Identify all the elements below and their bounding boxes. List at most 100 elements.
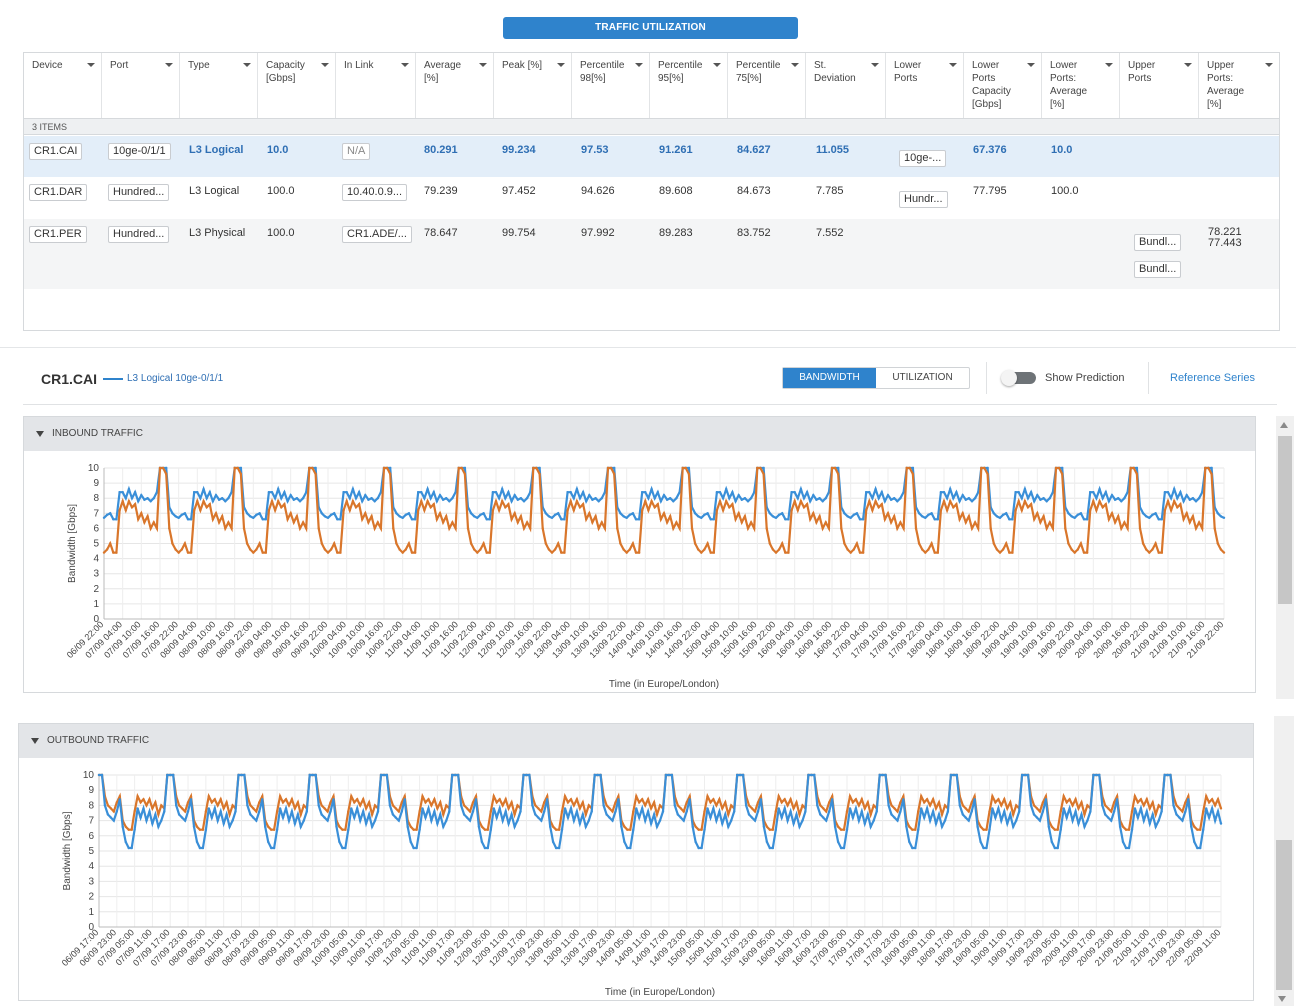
column-header[interactable]: Average [%]	[416, 53, 494, 118]
upper-ports-chip[interactable]: Bundl...	[1134, 261, 1182, 278]
data-point	[1166, 491, 1170, 494]
column-header[interactable]: Upper Ports	[1120, 53, 1199, 118]
device-chip[interactable]: CR1.CAI	[29, 143, 83, 160]
column-header[interactable]: St. Deviation	[806, 53, 886, 118]
tab-bandwidth[interactable]: BANDWIDTH	[783, 368, 876, 388]
chevron-down-icon[interactable]	[401, 63, 409, 67]
column-header[interactable]: Peak [%]	[494, 53, 572, 118]
data-point	[217, 521, 221, 524]
data-point	[1148, 551, 1151, 554]
device-chip[interactable]: CR1.PER	[29, 226, 87, 243]
upper-ports-chip[interactable]: Bundl...	[1134, 234, 1182, 251]
column-header-label: Ports:	[1050, 73, 1077, 84]
chevron-down-icon[interactable]	[165, 63, 173, 67]
chevron-down-icon[interactable]	[871, 63, 879, 67]
data-point	[1048, 497, 1052, 500]
data-point	[127, 828, 130, 831]
traffic-utilization-button[interactable]: TRAFFIC UTILIZATION	[503, 17, 798, 39]
column-header[interactable]: Port	[102, 53, 180, 118]
port-chip[interactable]: 10ge-0/1/1	[108, 143, 171, 160]
data-point	[1071, 804, 1074, 807]
column-header[interactable]: Device	[24, 53, 102, 118]
data-point	[233, 466, 236, 470]
chevron-down-icon[interactable]	[243, 63, 251, 67]
column-header[interactable]: Upper Ports: Average [%]	[1199, 53, 1279, 118]
chevron-down-icon[interactable]	[1265, 63, 1273, 67]
in-link-chip[interactable]: CR1.ADE/...	[342, 226, 412, 243]
table-row[interactable]: CR1.DAR Hundred... L3 Logical 100.0 10.40.0.…	[24, 177, 1279, 219]
data-point	[97, 773, 101, 777]
data-point	[495, 816, 498, 819]
data-point	[202, 487, 205, 491]
column-header[interactable]: Lower Ports	[886, 53, 964, 118]
data-point	[737, 512, 740, 515]
scrollbar-thumb[interactable]	[1278, 436, 1292, 604]
data-point	[1085, 518, 1089, 521]
port-chip[interactable]: Hundred...	[108, 184, 170, 201]
column-header[interactable]: Percentile 95[%]	[650, 53, 728, 118]
data-point	[991, 795, 994, 798]
column-header[interactable]: Capacity [Gbps]	[258, 53, 336, 118]
table-row[interactable]: CR1.PER Hundred... L3 Physical 100.0 CR1.ADE…	[24, 219, 1279, 289]
chevron-down-icon[interactable]	[1105, 63, 1113, 67]
data-point	[213, 798, 216, 801]
data-point	[738, 773, 742, 777]
lower-ports-chip[interactable]: Hundr...	[899, 191, 948, 208]
scroll-up-icon[interactable]	[1280, 422, 1288, 428]
chevron-down-icon[interactable]	[557, 63, 565, 67]
outbound-traffic-header[interactable]: OUTBOUND TRAFFIC	[19, 724, 1253, 758]
data-point	[765, 527, 768, 530]
column-header[interactable]: Lower Ports: Average [%]	[1042, 53, 1120, 118]
show-prediction-toggle[interactable]	[1001, 370, 1036, 386]
data-point	[1160, 551, 1164, 554]
data-point	[602, 804, 605, 807]
chevron-down-icon[interactable]	[713, 63, 721, 67]
scroll-down-icon[interactable]	[1278, 996, 1286, 1002]
data-point	[109, 807, 113, 810]
data-point	[706, 807, 709, 810]
column-header[interactable]: Percentile 98[%]	[572, 53, 650, 118]
data-point	[858, 518, 862, 521]
collapse-triangle-icon[interactable]	[31, 738, 39, 744]
lower-ports-chip[interactable]: 10ge-...	[899, 150, 947, 167]
data-point	[861, 518, 865, 521]
table-row[interactable]: CR1.CAI 10ge-0/1/1 L3 Logical 10.0 N/A 80.291…	[24, 136, 1279, 177]
scrollbar-thumb[interactable]	[1276, 840, 1292, 990]
chevron-down-icon[interactable]	[1184, 63, 1192, 67]
data-point	[258, 542, 261, 545]
chevron-down-icon[interactable]	[635, 63, 643, 67]
column-header[interactable]: Type	[180, 53, 258, 118]
device-chip[interactable]: CR1.DAR	[29, 184, 88, 201]
port-chip[interactable]: Hundred...	[108, 226, 170, 243]
data-point	[308, 466, 311, 470]
data-point	[1184, 810, 1187, 813]
data-point	[606, 466, 610, 470]
data-point	[1035, 807, 1039, 810]
column-header[interactable]: In Link	[336, 53, 416, 118]
reference-series-link[interactable]: Reference Series	[1170, 372, 1255, 384]
column-header[interactable]: Percentile 75[%]	[728, 53, 806, 118]
chevron-down-icon[interactable]	[1027, 63, 1035, 67]
data-point	[744, 804, 748, 807]
chevron-down-icon[interactable]	[87, 63, 95, 67]
data-point	[177, 804, 181, 807]
in-link-chip[interactable]: N/A	[342, 143, 371, 160]
data-point	[1145, 515, 1148, 518]
data-point	[1015, 804, 1018, 807]
data-point	[622, 515, 625, 518]
data-point	[1068, 798, 1071, 801]
group-row: 3 ITEMS	[24, 118, 1279, 135]
column-header[interactable]: Lower Ports Capacity [Gbps]	[964, 53, 1042, 118]
tab-utilization[interactable]: UTILIZATION	[876, 368, 969, 388]
data-point	[1038, 819, 1042, 822]
in-link-chip[interactable]: 10.40.0.9...	[342, 184, 408, 201]
scrollbar[interactable]	[1276, 416, 1294, 699]
data-point	[436, 822, 439, 825]
chevron-down-icon[interactable]	[321, 63, 329, 67]
scrollbar[interactable]	[1274, 716, 1294, 1006]
chevron-down-icon[interactable]	[479, 63, 487, 67]
chevron-down-icon[interactable]	[949, 63, 957, 67]
collapse-triangle-icon[interactable]	[36, 431, 44, 437]
chevron-down-icon[interactable]	[791, 63, 799, 67]
inbound-traffic-header[interactable]: INBOUND TRAFFIC	[24, 417, 1255, 451]
